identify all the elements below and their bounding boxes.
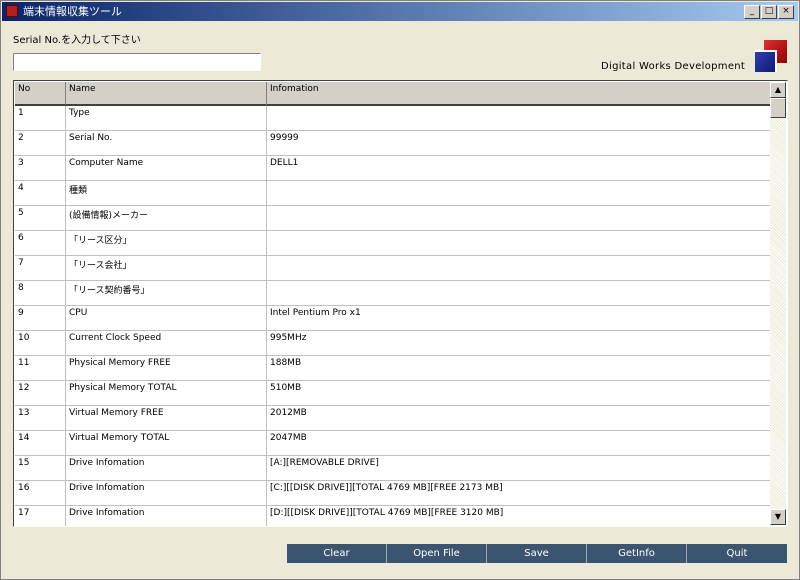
cell-info[interactable] xyxy=(267,206,773,231)
app-icon xyxy=(6,5,18,17)
column-header-information[interactable]: Infomation xyxy=(267,82,773,106)
cell-no[interactable]: 12 xyxy=(15,381,66,406)
cell-no[interactable]: 8 xyxy=(15,281,66,306)
open-file-button[interactable]: Open File xyxy=(387,544,487,563)
cell-name[interactable]: Virtual Memory FREE xyxy=(66,406,267,431)
cell-info[interactable]: 2047MB xyxy=(267,431,773,456)
cell-info[interactable]: [A:][REMOVABLE DRIVE] xyxy=(267,456,773,481)
table-row[interactable]: 5 (設備情報)メーカー xyxy=(15,206,773,231)
cell-no[interactable]: 9 xyxy=(15,306,66,331)
cell-no[interactable]: 7 xyxy=(15,256,66,281)
grid-rows: 1 Type 2 Serial No. 99999 3 Computer Name DELL1… xyxy=(15,106,773,526)
cell-info[interactable] xyxy=(267,181,773,206)
brand-label: Digital Works Development xyxy=(601,61,746,72)
cell-info[interactable]: [C:][[DISK DRIVE]][TOTAL 4769 MB][FREE 2… xyxy=(267,481,773,506)
cell-info[interactable]: DELL1 xyxy=(267,156,773,181)
serial-label: Serial No.を入力して下さい xyxy=(13,35,141,46)
table-row[interactable]: 2 Serial No. 99999 xyxy=(15,131,773,156)
cell-name[interactable]: CPU xyxy=(66,306,267,331)
cell-info[interactable] xyxy=(267,106,773,131)
scroll-down-button[interactable]: ▼ xyxy=(770,509,786,525)
cell-name[interactable]: Type xyxy=(66,106,267,131)
cell-no[interactable]: 16 xyxy=(15,481,66,506)
table-row[interactable]: 12 Physical Memory TOTAL 510MB xyxy=(15,381,773,406)
cell-name[interactable]: 「リース会社」 xyxy=(66,256,267,281)
cell-info[interactable]: [D:][[DISK DRIVE]][TOTAL 4769 MB][FREE 3… xyxy=(267,506,773,526)
logo-blue-square xyxy=(755,50,777,72)
cell-name[interactable]: Drive Infomation xyxy=(66,481,267,506)
column-header-name[interactable]: Name xyxy=(66,82,267,106)
cell-no[interactable]: 15 xyxy=(15,456,66,481)
cell-no[interactable]: 3 xyxy=(15,156,66,181)
cell-name[interactable]: Drive Infomation xyxy=(66,456,267,481)
cell-name[interactable]: Physical Memory TOTAL xyxy=(66,381,267,406)
cell-no[interactable]: 1 xyxy=(15,106,66,131)
cell-name[interactable]: Drive Infomation xyxy=(66,506,267,526)
cell-info[interactable] xyxy=(267,256,773,281)
close-button[interactable]: × xyxy=(778,5,794,19)
table-row[interactable]: 15 Drive Infomation [A:][REMOVABLE DRIVE] xyxy=(15,456,773,481)
minimize-button[interactable]: _ xyxy=(744,5,760,19)
cell-name[interactable]: (設備情報)メーカー xyxy=(66,206,267,231)
cell-info[interactable]: 995MHz xyxy=(267,331,773,356)
getinfo-button[interactable]: GetInfo xyxy=(587,544,687,563)
window-title: 端末情報収集ツール xyxy=(23,5,122,18)
cell-name[interactable]: 「リース区分」 xyxy=(66,231,267,256)
table-row[interactable]: 10 Current Clock Speed 995MHz xyxy=(15,331,773,356)
scroll-up-button[interactable]: ▲ xyxy=(770,82,786,98)
table-row[interactable]: 11 Physical Memory FREE 188MB xyxy=(15,356,773,381)
cell-name[interactable]: Serial No. xyxy=(66,131,267,156)
save-button[interactable]: Save xyxy=(487,544,587,563)
cell-info[interactable]: Intel Pentium Pro x1 xyxy=(267,306,773,331)
cell-no[interactable]: 2 xyxy=(15,131,66,156)
cell-no[interactable]: 14 xyxy=(15,431,66,456)
table-row[interactable]: 9 CPU Intel Pentium Pro x1 xyxy=(15,306,773,331)
cell-no[interactable]: 13 xyxy=(15,406,66,431)
cell-no[interactable]: 17 xyxy=(15,506,66,526)
cell-name[interactable]: Computer Name xyxy=(66,156,267,181)
table-row[interactable]: 17 Drive Infomation [D:][[DISK DRIVE]][TOT… xyxy=(15,506,773,526)
cell-name[interactable]: Current Clock Speed xyxy=(66,331,267,356)
action-bar: Clear Open File Save GetInfo Quit xyxy=(287,544,787,563)
table-row[interactable]: 8 「リース契約番号」 xyxy=(15,281,773,306)
table-row[interactable]: 16 Drive Infomation [C:][[DISK DRIVE]][TOT… xyxy=(15,481,773,506)
cell-no[interactable]: 5 xyxy=(15,206,66,231)
cell-no[interactable]: 6 xyxy=(15,231,66,256)
table-row[interactable]: 4 種類 xyxy=(15,181,773,206)
table-row[interactable]: 14 Virtual Memory TOTAL 2047MB xyxy=(15,431,773,456)
cell-no[interactable]: 4 xyxy=(15,181,66,206)
info-grid[interactable]: No Name Infomation 1 Type 2 Serial No. 99999… xyxy=(13,80,788,527)
cell-info[interactable] xyxy=(267,281,773,306)
cell-info[interactable]: 510MB xyxy=(267,381,773,406)
cell-no[interactable]: 10 xyxy=(15,331,66,356)
grid-header: No Name Infomation xyxy=(15,82,773,106)
cell-info[interactable]: 188MB xyxy=(267,356,773,381)
table-row[interactable]: 6 「リース区分」 xyxy=(15,231,773,256)
table-row[interactable]: 13 Virtual Memory FREE 2012MB xyxy=(15,406,773,431)
column-header-no[interactable]: No xyxy=(15,82,66,106)
cell-info[interactable] xyxy=(267,231,773,256)
cell-info[interactable]: 2012MB xyxy=(267,406,773,431)
maximize-button[interactable]: □ xyxy=(761,5,777,19)
cell-info[interactable]: 99999 xyxy=(267,131,773,156)
cell-name[interactable]: Virtual Memory TOTAL xyxy=(66,431,267,456)
brand-logo xyxy=(755,40,787,72)
table-row[interactable]: 1 Type xyxy=(15,106,773,131)
cell-name[interactable]: 「リース契約番号」 xyxy=(66,281,267,306)
cell-no[interactable]: 11 xyxy=(15,356,66,381)
table-row[interactable]: 7 「リース会社」 xyxy=(15,256,773,281)
serial-input[interactable] xyxy=(13,53,261,71)
clear-button[interactable]: Clear xyxy=(287,544,387,563)
table-row[interactable]: 3 Computer Name DELL1 xyxy=(15,156,773,181)
vertical-scrollbar[interactable]: ▲ ▼ xyxy=(770,82,786,525)
cell-name[interactable]: Physical Memory FREE xyxy=(66,356,267,381)
app-window: 端末情報収集ツール _ □ × Serial No.を入力して下さい Digit… xyxy=(0,0,800,580)
title-bar[interactable]: 端末情報収集ツール _ □ × xyxy=(2,2,798,21)
scroll-thumb[interactable] xyxy=(770,98,786,118)
cell-name[interactable]: 種類 xyxy=(66,181,267,206)
quit-button[interactable]: Quit xyxy=(687,544,787,563)
